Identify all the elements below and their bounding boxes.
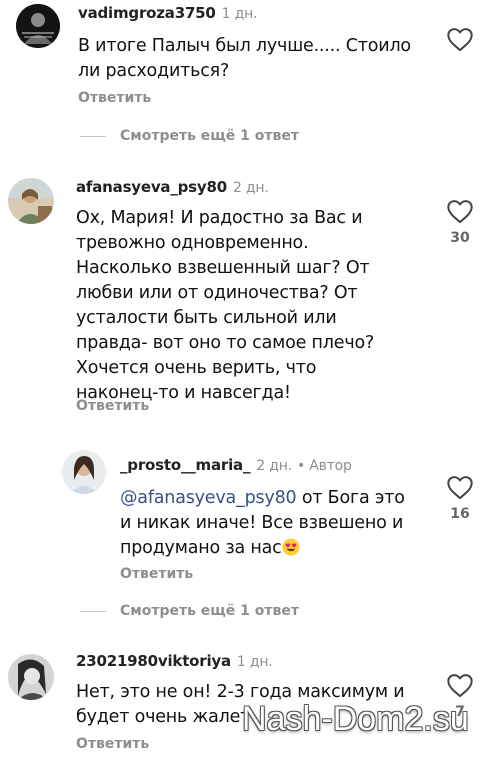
username[interactable]: vadimgroza3750 xyxy=(78,4,216,22)
avatar-image xyxy=(62,450,106,494)
comment-line-rest: от Бога это xyxy=(296,488,405,508)
author-badge: • Автор xyxy=(296,458,352,474)
username[interactable]: afanasyeva_psy80 xyxy=(76,178,227,196)
comment-line: и никак иначе! Все взвешено и xyxy=(120,513,404,533)
comment-header: 23021980viktoriya 1 дн. xyxy=(76,652,273,670)
view-more-label: Смотреть ещё 1 ответ xyxy=(120,603,299,619)
reply-button[interactable]: Ответить xyxy=(76,736,149,752)
comment-time: 1 дн. xyxy=(236,654,273,670)
comment-line: усталости быть сильной или xyxy=(76,308,337,328)
username[interactable]: _prosto__maria_ xyxy=(120,456,250,474)
view-more-replies[interactable]: Смотреть ещё 1 ответ xyxy=(80,128,299,144)
heart-icon[interactable] xyxy=(446,198,474,224)
divider-line xyxy=(80,135,106,137)
comment-line: тревожно одновременно. xyxy=(76,233,309,253)
comment-line: Хочется очень верить, что xyxy=(76,358,317,378)
comment-line: Ох, Мария! И радостно за Вас и xyxy=(76,208,363,228)
comment-line: Насколько взвешенный шаг? От xyxy=(76,258,370,278)
avatar-23021980viktoriya[interactable] xyxy=(8,654,54,700)
view-more-replies[interactable]: Смотреть ещё 1 ответ xyxy=(80,603,299,619)
view-more-label: Смотреть ещё 1 ответ xyxy=(120,128,299,144)
heart-icon[interactable] xyxy=(446,26,474,52)
avatar-_prosto__maria_[interactable] xyxy=(62,450,106,494)
avatar-image xyxy=(8,654,54,700)
heart-eyes-emoji-icon xyxy=(281,538,300,556)
comment-text: Ох, Мария! И радостно за Вас и тревожно … xyxy=(76,206,374,406)
comment-text: @afanasyeva_psy80 от Бога это и никак ин… xyxy=(120,486,405,561)
heart-icon[interactable] xyxy=(446,474,474,500)
like-count: 16 xyxy=(450,506,470,522)
avatar-image xyxy=(8,178,54,224)
like-count: 30 xyxy=(450,230,470,246)
divider-line xyxy=(80,610,106,612)
reply-button[interactable]: Ответить xyxy=(78,90,151,106)
comment-header: _prosto__maria_ 2 дн. • Автор xyxy=(120,456,352,474)
mention-link[interactable]: @afanasyeva_psy80 xyxy=(120,488,297,508)
comment-line: @afanasyeva_psy80 от Бога это xyxy=(120,486,405,511)
username[interactable]: 23021980viktoriya xyxy=(76,652,231,670)
comment-time: 2 дн. xyxy=(256,458,292,474)
avatar-afanasyeva_psy80[interactable] xyxy=(8,178,54,224)
reply-button[interactable]: Ответить xyxy=(120,566,193,582)
site-watermark: Nash-Dom2.su xyxy=(242,700,469,738)
comment-header: afanasyeva_psy80 2 дн. xyxy=(76,178,269,196)
comment-line: В итоге Палыч был лучше..... Стоило xyxy=(78,36,411,56)
reply-button[interactable]: Ответить xyxy=(76,398,149,414)
avatar-vadimgroza3750[interactable] xyxy=(16,4,60,48)
comment-line: продумано за нас xyxy=(120,536,405,561)
avatar-image xyxy=(16,4,60,48)
comment-text: В итоге Палыч был лучше..... Стоило ли р… xyxy=(78,34,411,84)
comment-line: любви или от одиночества? От xyxy=(76,283,358,303)
comment-header: vadimgroza3750 1 дн. xyxy=(78,4,258,22)
comment-time: 1 дн. xyxy=(221,6,258,22)
comment-line-text: продумано за нас xyxy=(120,538,282,558)
comment-line: правда- вот оно то самое плечо? xyxy=(76,333,375,353)
comment-line: ли расходиться? xyxy=(78,61,230,81)
comment-time: 2 дн. xyxy=(232,180,269,196)
heart-icon[interactable] xyxy=(446,672,474,698)
